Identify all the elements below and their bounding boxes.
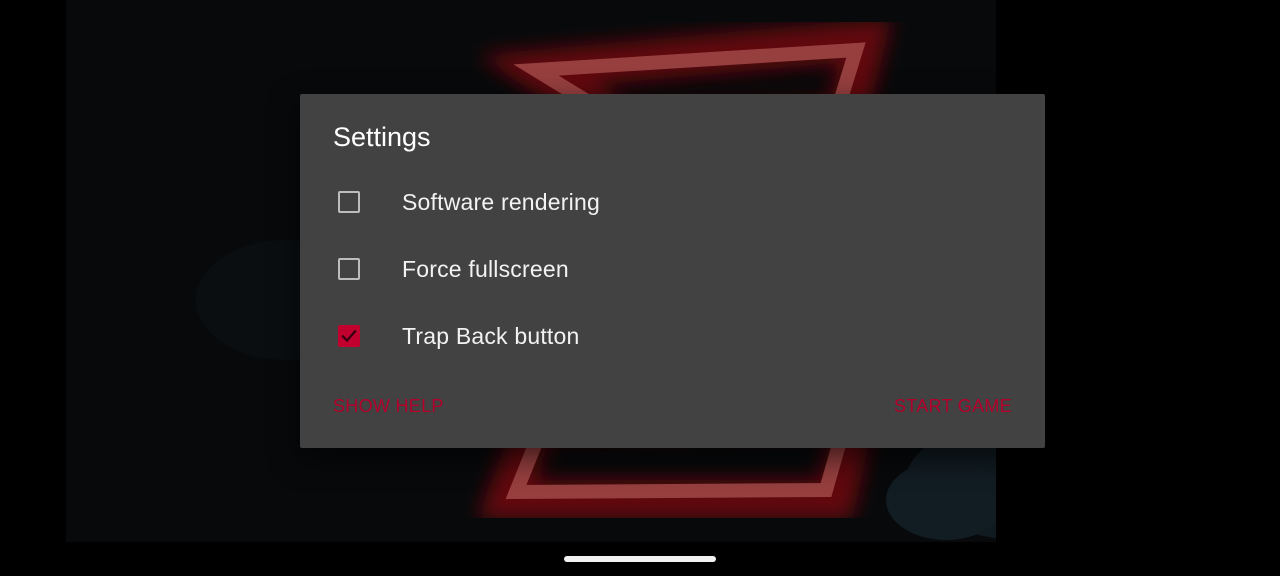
navigation-handle[interactable]	[564, 556, 716, 562]
software-rendering-checkbox[interactable]	[338, 191, 360, 213]
force-fullscreen-label: Force fullscreen	[402, 255, 569, 282]
show-help-button[interactable]: SHOW HELP	[333, 396, 444, 417]
force-fullscreen-checkbox[interactable]	[338, 258, 360, 280]
software-rendering-label: Software rendering	[402, 188, 600, 215]
settings-dialog: Settings Software rendering Force fullsc…	[300, 94, 1045, 448]
app-screen: Settings Software rendering Force fullsc…	[0, 0, 1280, 576]
trap-back-button-checkbox[interactable]	[338, 325, 360, 347]
check-icon	[341, 329, 357, 343]
start-game-button[interactable]: START GAME	[894, 396, 1012, 417]
dialog-title: Settings	[333, 122, 431, 152]
trap-back-button-label: Trap Back button	[402, 322, 580, 349]
option-trap-back-button[interactable]: Trap Back button	[324, 309, 1021, 363]
option-force-fullscreen[interactable]: Force fullscreen	[324, 242, 1021, 296]
option-software-rendering[interactable]: Software rendering	[324, 175, 1021, 229]
